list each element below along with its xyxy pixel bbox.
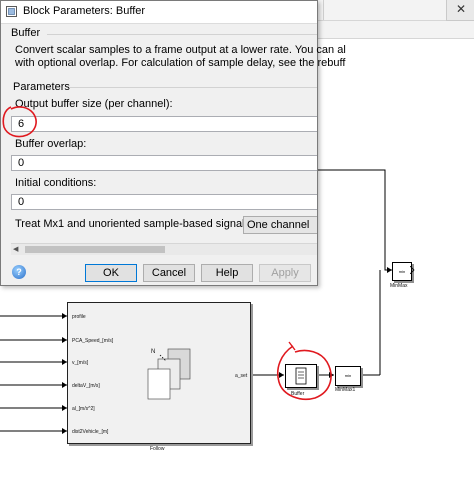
scroll-left-arrow-icon[interactable]: ◀ xyxy=(13,245,18,253)
treat-signals-dropdown[interactable]: One channel xyxy=(243,216,317,234)
help-button[interactable]: Help xyxy=(201,264,253,282)
simulink-block-icon xyxy=(6,6,17,17)
stacked-subsystem-icon xyxy=(147,348,191,400)
input-port-label: v_[m/s] xyxy=(72,360,89,366)
follow-block-caption: Follow xyxy=(150,446,165,452)
dialog-title: Block Parameters: Buffer xyxy=(23,5,146,17)
cancel-button[interactable]: Cancel xyxy=(143,264,195,282)
initial-conditions-label: Initial conditions: xyxy=(15,177,97,189)
input-port-label: PCA_Speed_[m/s] xyxy=(72,338,114,344)
buffer-overlap-field[interactable]: 0 xyxy=(11,155,317,171)
help-icon-glyph: ? xyxy=(16,267,22,277)
minmax-output-port xyxy=(410,266,415,274)
apply-button[interactable]: Apply xyxy=(259,264,311,282)
block-parameters-dialog[interactable]: Block Parameters: Buffer Buffer Convert … xyxy=(0,0,346,286)
initial-conditions-field[interactable]: 0 xyxy=(11,194,317,210)
ok-button[interactable]: OK xyxy=(85,264,137,282)
buffer-size-annotation-circle xyxy=(2,106,37,138)
buffer-annotation-circle xyxy=(277,341,332,400)
follow-subsystem-block[interactable]: profile PCA_Speed_[m/s] v_[m/s] deltaV_[… xyxy=(67,302,251,444)
divider xyxy=(47,34,317,35)
block-type-name: Buffer xyxy=(11,27,41,39)
input-port-label: profile xyxy=(72,314,86,320)
help-question-icon[interactable]: ? xyxy=(12,265,26,279)
output-buffer-size-field[interactable]: 6 xyxy=(11,116,317,132)
input-port-label: al_[m/s^2] xyxy=(72,406,95,412)
input-port-label: deltaV_[m/s] xyxy=(72,383,100,389)
parameters-header: Parameters xyxy=(13,81,70,93)
dialog-titlebar[interactable]: Block Parameters: Buffer xyxy=(1,1,317,24)
divider xyxy=(69,87,317,88)
horizontal-scrollbar[interactable]: ◀ xyxy=(11,243,317,255)
description-line-1: Convert scalar samples to a frame output… xyxy=(15,44,346,56)
description-line-2: with optional overlap. For calculation o… xyxy=(15,57,346,69)
scrollbar-thumb[interactable] xyxy=(25,246,165,253)
minmax-block[interactable]: min xyxy=(392,262,412,281)
output-port-label: a_set xyxy=(235,373,248,379)
minmax-caption: MinMax xyxy=(390,283,408,289)
minmax-icon-text: min xyxy=(398,269,406,274)
signal-line-to-minmax xyxy=(316,169,392,271)
treat-signals-label: Treat Mx1 and unoriented sample-based si… xyxy=(15,218,268,230)
input-port-label: dist2Vehicle_[m] xyxy=(72,429,109,435)
